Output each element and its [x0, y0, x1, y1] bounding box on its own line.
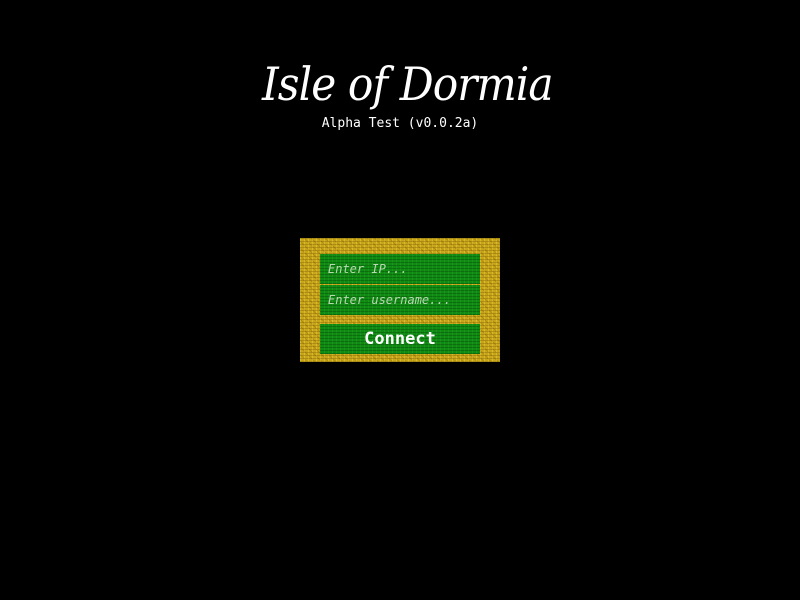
ip-input[interactable]	[320, 254, 480, 284]
username-input[interactable]	[320, 285, 480, 315]
game-screen: Isle of Dormia Alpha Test (v0.0.2a) Conn…	[0, 0, 800, 600]
game-logo: Isle of Dormia	[262, 57, 554, 111]
login-panel: Connect	[300, 238, 500, 362]
version-label: Alpha Test (v0.0.2a)	[321, 116, 479, 131]
connect-button[interactable]: Connect	[320, 324, 480, 354]
